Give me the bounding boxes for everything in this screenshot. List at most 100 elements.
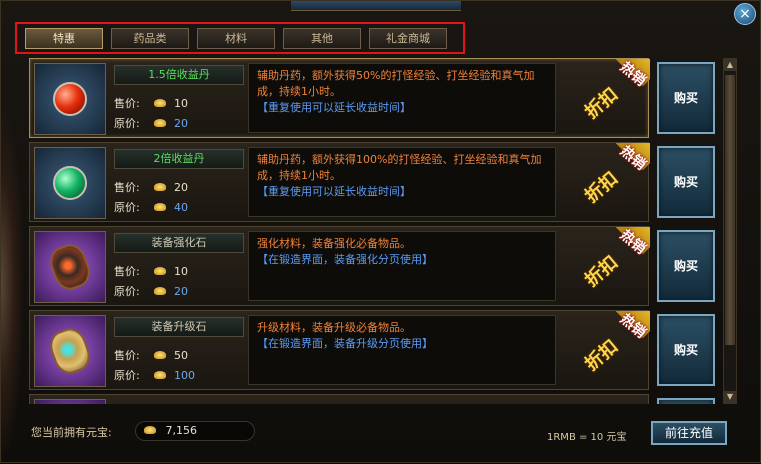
ingot-icon [154, 203, 166, 211]
item-panel: 装备强化石 售价: 10 原价: 20 强化材料，装备强化必备物品。 【在锻造界… [29, 226, 650, 307]
item-panel: 1.5倍收益丹 售价: 10 原价: 20 辅助丹药，额外获得50%的打怪经验、… [29, 58, 650, 139]
list-item: 装备强化石 售价: 10 原价: 20 强化材料，装备强化必备物品。 【在锻造界… [29, 226, 721, 306]
ingot-icon [154, 267, 166, 275]
tab-materials[interactable]: 材料 [197, 27, 275, 49]
sale-price-row: 售价: 10 [114, 263, 188, 279]
ingot-icon [154, 119, 166, 127]
buy-button[interactable]: 购买 [657, 314, 715, 386]
description-text: 强化材料，装备强化必备物品。 [257, 237, 411, 250]
list-item-partial [29, 394, 721, 404]
hot-discount-badge: 热销 折扣 [556, 311, 650, 391]
item-panel: 2倍收益丹 售价: 20 原价: 40 辅助丹药，额外获得100%的打怪经验、打… [29, 142, 650, 223]
item-icon-slot[interactable] [34, 231, 106, 303]
badge-discount-text: 折扣 [581, 336, 623, 376]
sale-price-label: 售价: [114, 97, 140, 110]
scroll-thumb[interactable] [725, 75, 735, 345]
yuanbao-amount: 7,156 [165, 424, 198, 437]
item-description: 强化材料，装备强化必备物品。 【在锻造界面，装备强化分页使用】 [248, 231, 556, 301]
sale-price-label: 售价: [114, 349, 140, 362]
item-icon-slot[interactable] [34, 63, 106, 135]
sale-price-row: 售价: 20 [114, 179, 188, 195]
original-price: 40 [174, 200, 188, 214]
close-icon: × [739, 6, 751, 22]
usage-note: 【在锻造界面，装备强化分页使用】 [257, 253, 433, 266]
hot-discount-badge: 热销 折扣 [556, 59, 650, 139]
footer-bar: 您当前拥有元宝: 7,156 1RMB = 10 元宝 前往充值 [1, 411, 761, 464]
title-bar [291, 1, 461, 11]
tab-special-offer[interactable]: 特惠 [25, 27, 103, 49]
original-price-label: 原价: [114, 117, 140, 130]
original-price-label: 原价: [114, 285, 140, 298]
tab-gift-mall[interactable]: 礼金商城 [369, 27, 447, 49]
item-description: 辅助丹药，额外获得100%的打怪经验、打坐经验和真气加成，持续1小时。 【重复使… [248, 147, 556, 217]
item-list: 1.5倍收益丹 售价: 10 原价: 20 辅助丹药，额外获得50%的打怪经验、… [29, 58, 721, 404]
badge-discount-text: 折扣 [581, 168, 623, 208]
buy-button-partial[interactable] [657, 398, 715, 404]
sale-price: 10 [174, 264, 188, 278]
recharge-button[interactable]: 前往充值 [651, 421, 727, 445]
sale-price-row: 售价: 50 [114, 347, 188, 363]
original-price: 100 [174, 368, 195, 382]
item-name: 2倍收益丹 [114, 149, 244, 169]
enhance-stone-icon [45, 240, 95, 294]
original-price-label: 原价: [114, 369, 140, 382]
item-icon-slot[interactable] [34, 399, 106, 404]
original-price-label: 原价: [114, 201, 140, 214]
item-name: 1.5倍收益丹 [114, 65, 244, 85]
badge-discount-text: 折扣 [581, 252, 623, 292]
yuanbao-balance: 7,156 [135, 421, 255, 441]
sale-price-label: 售价: [114, 265, 140, 278]
list-scrollbar[interactable]: ▲ ▼ [723, 58, 737, 404]
sale-price: 10 [174, 96, 188, 110]
item-panel [29, 394, 649, 404]
exchange-rate: 1RMB = 10 元宝 [547, 432, 627, 443]
list-item: 装备升级石 售价: 50 原价: 100 升级材料，装备升级必备物品。 【在锻造… [29, 310, 721, 390]
buy-button[interactable]: 购买 [657, 62, 715, 134]
badge-discount-text: 折扣 [581, 84, 623, 124]
red-orb-icon [53, 82, 87, 116]
yuanbao-label: 您当前拥有元宝: [31, 426, 112, 439]
item-icon-slot[interactable] [34, 315, 106, 387]
usage-note: 【重复使用可以延长收益时间】 [257, 185, 411, 198]
ingot-icon [154, 371, 166, 379]
original-price-row: 原价: 20 [114, 283, 188, 299]
item-icon-slot[interactable] [34, 147, 106, 219]
description-text: 升级材料，装备升级必备物品。 [257, 321, 411, 334]
close-button[interactable]: × [734, 3, 756, 25]
description-text: 辅助丹药，额外获得50%的打怪经验、打坐经验和真气加成，持续1小时。 [257, 69, 535, 98]
hot-discount-badge: 热销 折扣 [556, 227, 650, 307]
sale-price-label: 售价: [114, 181, 140, 194]
item-name: 装备升级石 [114, 317, 244, 337]
usage-note: 【在锻造界面，装备升级分页使用】 [257, 337, 433, 350]
sale-price: 50 [174, 348, 188, 362]
original-price-row: 原价: 40 [114, 199, 188, 215]
shop-window: × 特惠 药品类 材料 其他 礼金商城 1.5倍收益丹 售价: 10 原价: 2… [0, 0, 761, 464]
list-item: 2倍收益丹 售价: 20 原价: 40 辅助丹药，额外获得100%的打怪经验、打… [29, 142, 721, 222]
sale-price-row: 售价: 10 [114, 95, 188, 111]
original-price-row: 原价: 20 [114, 115, 188, 131]
green-orb-icon [53, 166, 87, 200]
original-price-row: 原价: 100 [114, 367, 195, 383]
buy-button[interactable]: 购买 [657, 146, 715, 218]
ingot-icon [154, 99, 166, 107]
hot-discount-badge: 热销 折扣 [556, 143, 650, 223]
character-art [1, 101, 25, 464]
ingot-icon [144, 426, 156, 434]
ingot-icon [154, 351, 166, 359]
scroll-up-icon[interactable]: ▲ [724, 59, 736, 71]
category-tabs: 特惠 药品类 材料 其他 礼金商城 [15, 22, 465, 54]
ingot-icon [154, 183, 166, 191]
item-description: 辅助丹药，额外获得50%的打怪经验、打坐经验和真气加成，持续1小时。 【重复使用… [248, 63, 556, 133]
description-text: 辅助丹药，额外获得100%的打怪经验、打坐经验和真气加成，持续1小时。 [257, 153, 542, 182]
buy-button[interactable]: 购买 [657, 230, 715, 302]
item-name: 装备强化石 [114, 233, 244, 253]
list-item: 1.5倍收益丹 售价: 10 原价: 20 辅助丹药，额外获得50%的打怪经验、… [29, 58, 721, 138]
ingot-icon [154, 287, 166, 295]
usage-note: 【重复使用可以延长收益时间】 [257, 101, 411, 114]
original-price: 20 [174, 116, 188, 130]
scroll-down-icon[interactable]: ▼ [724, 391, 736, 403]
sale-price: 20 [174, 180, 188, 194]
tab-medicine[interactable]: 药品类 [111, 27, 189, 49]
tab-other[interactable]: 其他 [283, 27, 361, 49]
item-description: 升级材料，装备升级必备物品。 【在锻造界面，装备升级分页使用】 [248, 315, 556, 385]
